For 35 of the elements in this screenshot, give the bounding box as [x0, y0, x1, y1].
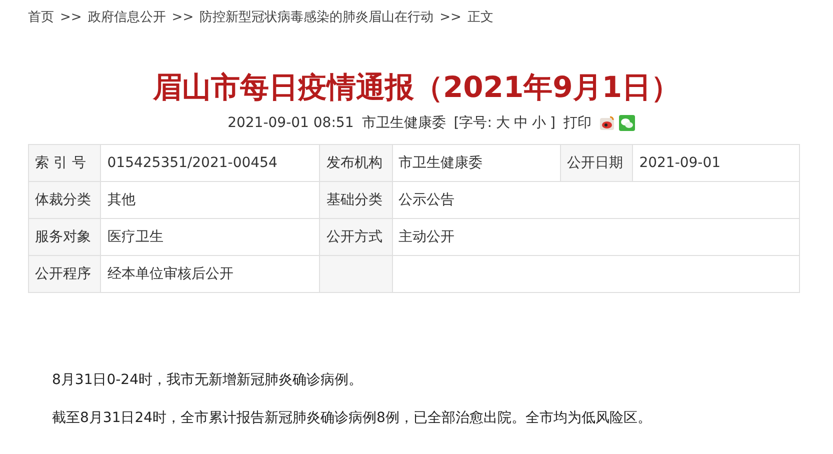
field-value: 医疗卫生 [100, 218, 320, 256]
font-size-label: [字号: [454, 114, 492, 132]
field-value: 015425351/2021-00454 [100, 144, 320, 182]
article-title: 眉山市每日疫情通报（2021年9月1日） [152, 69, 682, 106]
font-size-link[interactable]: 中 [514, 114, 528, 132]
field-label: 服务对象 [28, 218, 101, 256]
field-value: 主动公开 [392, 218, 800, 256]
field-label: 体裁分类 [28, 182, 101, 218]
print-link[interactable]: 打印 [563, 114, 592, 132]
share-icon[interactable] [599, 115, 616, 131]
body-paragraph: 截至8月31日24时，全市累计报告新冠肺炎确诊病例8例，已全部治愈出院。全市均为低风险区。 [52, 409, 652, 427]
field-label: 公开方式 [320, 218, 392, 256]
breadcrumb-separator: >> [60, 10, 82, 24]
breadcrumb-separator: >> [440, 10, 462, 24]
bracket-text: ] [550, 115, 556, 131]
field-label: 基础分类 [320, 182, 392, 218]
font-size-link[interactable]: 大 [496, 114, 510, 132]
field-value: 其他 [100, 182, 320, 218]
source-name: 市卫生健康委 [362, 114, 446, 132]
breadcrumb-link[interactable]: 防控新型冠状病毒感染的肺炎眉山在行动 [200, 8, 434, 26]
publish-datetime: 2021-09-01 08:51 [228, 115, 354, 131]
field-value: 市卫生健康委 [392, 144, 560, 182]
breadcrumb-link[interactable]: 正文 [467, 8, 494, 26]
breadcrumb-link[interactable]: 政府信息公开 [88, 8, 166, 26]
font-size-link[interactable]: 小 [532, 114, 546, 132]
body-paragraph: 8月31日0-24时，我市无新增新冠肺炎确诊病例。 [52, 371, 364, 389]
field-value: 经本单位审核后公开 [100, 256, 320, 292]
field-label: 公开日期 [560, 144, 633, 182]
breadcrumb-separator: >> [172, 10, 194, 24]
field-value: 2021-09-01 [632, 144, 800, 182]
field-value: 公示公告 [392, 182, 800, 218]
field-label: 索 引 号 [28, 144, 101, 182]
field-label: 发布机构 [320, 144, 392, 182]
breadcrumb-link[interactable]: 首页 [28, 8, 54, 26]
field-label: 公开程序 [28, 256, 101, 292]
